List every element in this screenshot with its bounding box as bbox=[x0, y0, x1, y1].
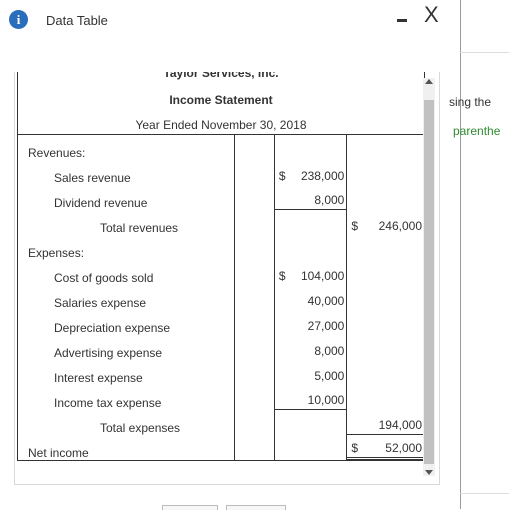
close-icon: X bbox=[424, 2, 439, 27]
currency-symbol: $ bbox=[351, 441, 359, 455]
currency-symbol: $ bbox=[278, 269, 286, 283]
dialog-button[interactable] bbox=[226, 505, 286, 510]
row-amount: 246,000 bbox=[378, 219, 422, 233]
minimize-button[interactable] bbox=[395, 8, 411, 26]
minimize-icon bbox=[397, 19, 407, 22]
table-row: Expenses: bbox=[16, 235, 425, 260]
table-row: Dividend revenue 8,000 bbox=[16, 185, 425, 210]
row-label: Interest expense bbox=[16, 360, 235, 385]
row-amount: 27,000 bbox=[307, 319, 345, 333]
dialog-titlebar: i Data Table X bbox=[0, 0, 460, 44]
row-amount: 5,000 bbox=[314, 369, 345, 383]
row-amount: 8,000 bbox=[314, 193, 345, 207]
background-divider bbox=[460, 493, 509, 494]
table-row: Total revenues $246,000 bbox=[16, 210, 425, 235]
row-amount: 238,000 bbox=[300, 169, 345, 183]
info-icon: i bbox=[9, 10, 28, 29]
row-label: Dividend revenue bbox=[16, 185, 235, 210]
table-row: Depreciation expense 27,000 bbox=[16, 310, 425, 335]
row-label: Income tax expense bbox=[16, 385, 235, 410]
table-row: Cost of goods sold $104,000 bbox=[16, 260, 425, 285]
vertical-scrollbar[interactable] bbox=[423, 78, 435, 476]
scroll-down-arrow-icon[interactable] bbox=[425, 470, 433, 475]
table-row: Interest expense 5,000 bbox=[16, 360, 425, 385]
company-name: Taylor Services, Inc. bbox=[17, 72, 425, 82]
table-row: Revenues: bbox=[16, 134, 425, 160]
row-label: Total expenses bbox=[16, 410, 235, 435]
row-label: Sales revenue bbox=[16, 160, 235, 185]
row-amount: 194,000 bbox=[378, 418, 422, 432]
currency-symbol: $ bbox=[351, 219, 359, 233]
row-label: Net income bbox=[16, 435, 235, 461]
close-button[interactable]: X bbox=[424, 2, 442, 27]
row-label: Depreciation expense bbox=[16, 310, 235, 335]
income-statement-table: Taylor Services, Inc. Income Statement Y… bbox=[16, 72, 425, 461]
statement-name: Income Statement bbox=[17, 82, 425, 107]
table-row: Sales revenue $238,000 bbox=[16, 160, 425, 185]
expenses-heading: Expenses: bbox=[16, 235, 235, 260]
background-question-text: sing the bbox=[449, 95, 492, 109]
row-label: Salaries expense bbox=[16, 285, 235, 310]
table-row: Total expenses 194,000 bbox=[16, 410, 425, 435]
statement-period: Year Ended November 30, 2018 bbox=[17, 107, 425, 135]
row-label: Advertising expense bbox=[16, 335, 235, 360]
row-amount: 40,000 bbox=[307, 294, 345, 308]
row-amount: 8,000 bbox=[314, 344, 345, 358]
background-hint-text: parenthe bbox=[453, 124, 501, 138]
row-label: Cost of goods sold bbox=[16, 260, 235, 285]
table-row: Salaries expense 40,000 bbox=[16, 285, 425, 310]
row-amount: 52,000 bbox=[385, 441, 422, 455]
statement-scroll-area[interactable]: Taylor Services, Inc. Income Statement Y… bbox=[14, 72, 440, 485]
dialog-title: Data Table bbox=[46, 13, 108, 28]
row-amount: 104,000 bbox=[300, 269, 345, 283]
scroll-up-arrow-icon[interactable] bbox=[425, 79, 433, 84]
row-label: Total revenues bbox=[16, 210, 235, 235]
data-table-dialog: i Data Table X Taylor Services, Inc. Inc… bbox=[0, 0, 461, 510]
revenues-heading: Revenues: bbox=[16, 134, 235, 160]
scrollbar-thumb[interactable] bbox=[424, 100, 434, 464]
currency-symbol: $ bbox=[278, 169, 286, 183]
table-row: Net income $52,000 bbox=[16, 435, 425, 461]
dialog-button[interactable] bbox=[162, 505, 218, 510]
table-row: Advertising expense 8,000 bbox=[16, 335, 425, 360]
background-divider bbox=[460, 52, 509, 53]
table-row: Income tax expense 10,000 bbox=[16, 385, 425, 410]
row-amount: 10,000 bbox=[307, 393, 345, 407]
